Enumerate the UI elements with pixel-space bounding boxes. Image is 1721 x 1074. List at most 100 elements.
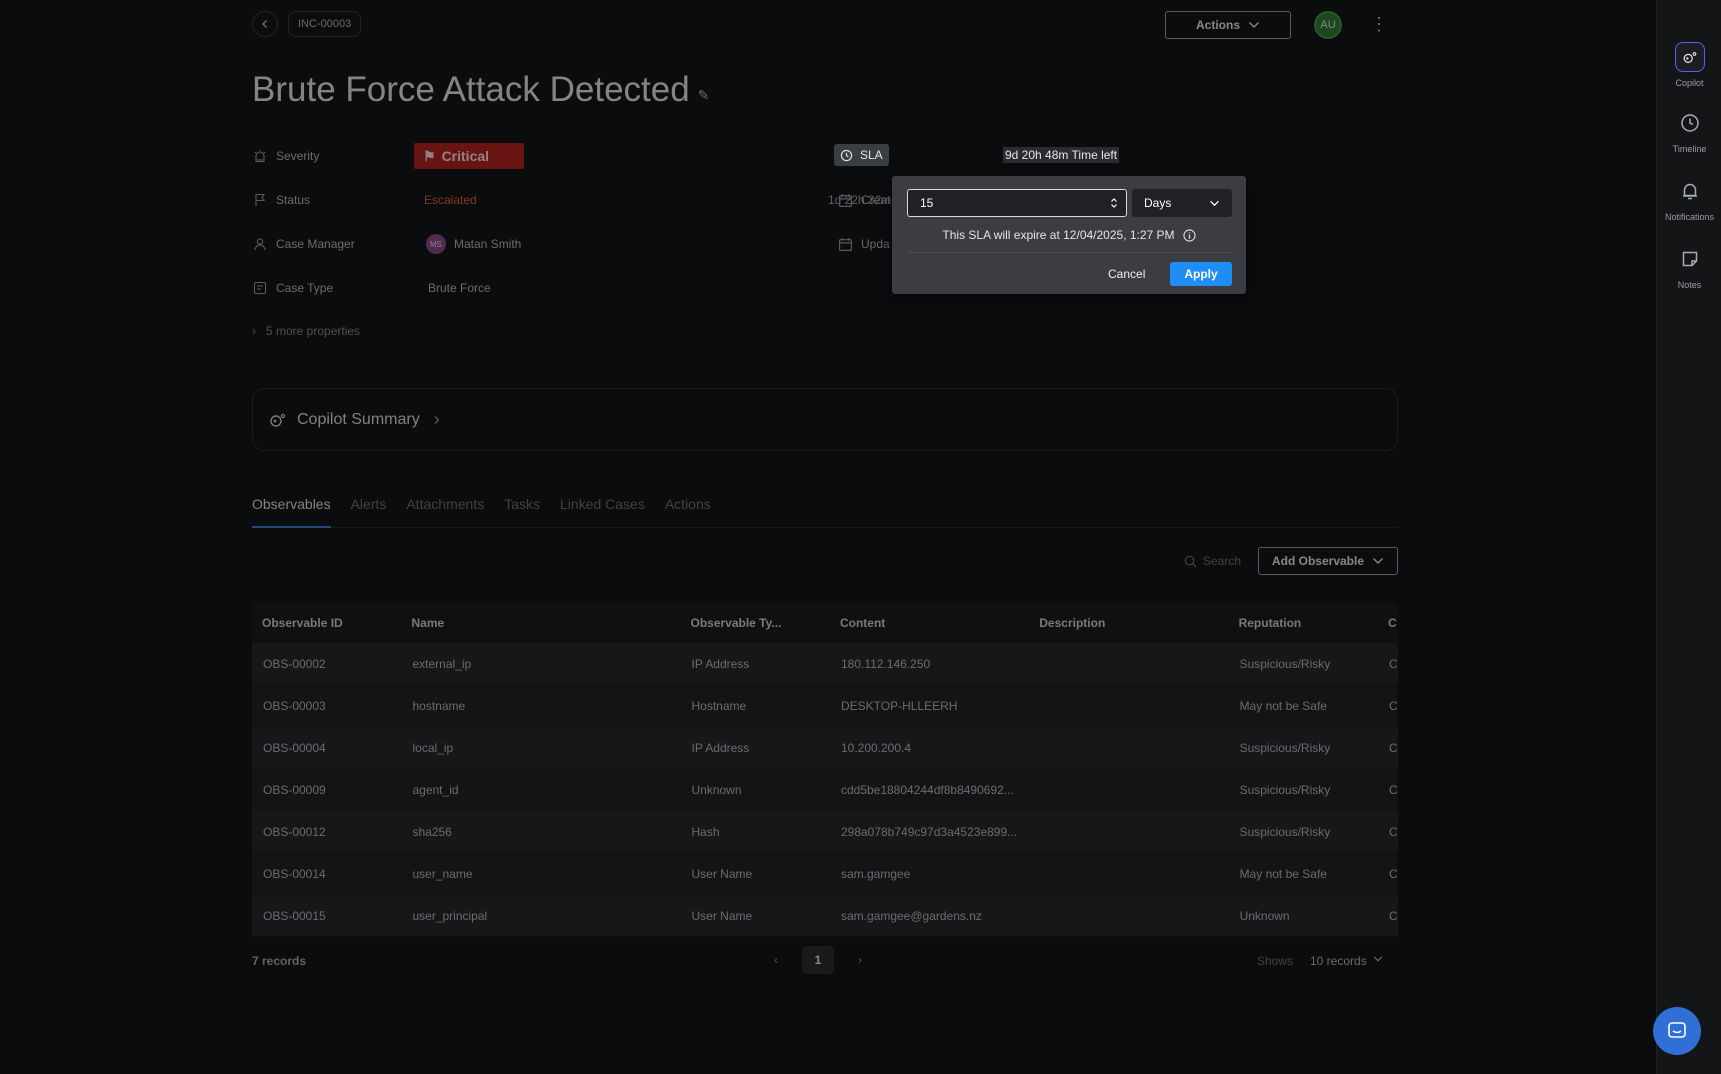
manager-name: Matan Smith (454, 237, 522, 251)
clock-icon (1675, 108, 1705, 138)
updated-label: Upda (861, 237, 890, 251)
more-options-icon[interactable]: ⋮ (1370, 13, 1388, 37)
tab-alerts[interactable]: Alerts (351, 490, 387, 527)
stepper-icon[interactable] (1110, 197, 1118, 209)
cancel-button[interactable]: Cancel (1100, 262, 1153, 286)
updated-row: Upda (838, 234, 890, 254)
cell-type: Unknown (691, 782, 742, 797)
apply-button[interactable]: Apply (1170, 262, 1232, 286)
cell-extra: C (1389, 824, 1398, 839)
more-properties-toggle[interactable]: › 5 more properties (252, 324, 360, 338)
status-value[interactable]: Escalated (424, 193, 477, 207)
info-icon[interactable] (1182, 228, 1196, 242)
case-page: INC-00003 Actions AU ⋮ Brute Force Attac… (0, 0, 1656, 1074)
column-header[interactable]: Observable Ty... (680, 616, 829, 630)
alarm-icon (252, 148, 268, 164)
add-observable-button[interactable]: Add Observable (1258, 547, 1398, 575)
edit-title-icon[interactable]: ✎ (698, 87, 710, 104)
sla-time-value: 9d 20h 48m (1005, 148, 1069, 162)
cell-reputation: Suspicious/Risky (1239, 782, 1331, 797)
user-avatar[interactable]: AU (1314, 11, 1342, 39)
column-header[interactable]: Name (401, 616, 680, 630)
note-icon (1675, 244, 1705, 274)
cell-type: User Name (691, 908, 753, 923)
table-row[interactable]: OBS-00015 user_principal User Name sam.g… (252, 895, 1398, 937)
cell-type: IP Address (691, 740, 750, 755)
cell-content: cdd5be18804244df8b8490692... (840, 782, 1014, 797)
rail-timeline[interactable]: Timeline (1657, 108, 1721, 154)
table-row[interactable]: OBS-00004 local_ip IP Address 10.200.200… (252, 727, 1398, 769)
table-row[interactable]: OBS-00003 hostname Hostname DESKTOP-HLLE… (252, 685, 1398, 727)
tab-linked-cases[interactable]: Linked Cases (560, 490, 645, 527)
column-header[interactable]: Reputation (1229, 616, 1378, 630)
sla-duration-value: 15 (920, 196, 934, 210)
table-body: OBS-00002 external_ip IP Address 180.112… (252, 643, 1398, 937)
sla-chip[interactable]: SLA (834, 144, 889, 166)
right-rail: Copilot Timeline Notifications Notes (1656, 0, 1721, 1074)
page-title-text: Brute Force Attack Detected (252, 70, 690, 109)
cell-name: hostname (412, 698, 466, 713)
cell-type: Hostname (691, 698, 747, 713)
column-header[interactable]: Observable ID (252, 616, 401, 630)
cell-id: OBS-00004 (263, 740, 326, 755)
column-header[interactable]: Content (830, 616, 1029, 630)
cell-extra: C (1389, 740, 1398, 755)
tab-actions[interactable]: Actions (665, 490, 711, 527)
chevron-right-icon: › (433, 409, 440, 429)
actions-button[interactable]: Actions (1165, 11, 1291, 39)
document-icon (252, 280, 268, 296)
tab-observables[interactable]: Observables (252, 490, 331, 528)
chevron-down-icon (1249, 22, 1259, 28)
search-input[interactable]: Search (1184, 554, 1241, 568)
flag-outline-icon (252, 192, 268, 208)
back-button[interactable] (252, 11, 278, 37)
copilot-icon (1674, 42, 1705, 72)
rail-notifications[interactable]: Notifications (1657, 176, 1721, 222)
severity-row: Severity ⚑ Critical (252, 143, 524, 169)
severity-value: Critical (441, 148, 490, 164)
next-page-icon[interactable]: › (858, 953, 862, 967)
cell-extra: C (1389, 782, 1398, 797)
cell-type: User Name (691, 866, 753, 881)
column-header[interactable]: C (1378, 616, 1398, 630)
cell-id: OBS-00012 (263, 824, 326, 839)
cell-extra: C (1389, 908, 1398, 923)
sla-time-left: 9d 20h 48m Time left (1003, 147, 1120, 163)
tab-attachments[interactable]: Attachments (406, 490, 484, 527)
table-row[interactable]: OBS-00002 external_ip IP Address 180.112… (252, 643, 1398, 685)
case-type-value[interactable]: Brute Force (428, 281, 491, 295)
column-header[interactable]: Description (1029, 616, 1228, 630)
incident-id-chip[interactable]: INC-00003 (288, 11, 362, 37)
cell-id: OBS-00014 (263, 866, 326, 881)
chat-button[interactable] (1653, 1007, 1701, 1055)
case-manager-value[interactable]: MS Matan Smith (426, 234, 521, 254)
rail-notes[interactable]: Notes (1657, 244, 1721, 290)
cell-name: agent_id (412, 782, 459, 797)
sla-unit-select[interactable]: Days (1132, 189, 1232, 217)
sla-duration-input[interactable]: 15 (907, 189, 1127, 217)
copilot-summary-card[interactable]: Copilot Summary › (252, 388, 1398, 451)
table-row[interactable]: OBS-00012 sha256 Hash 298a078b749c97d3a4… (252, 811, 1398, 853)
cell-id: OBS-00009 (263, 782, 326, 797)
table-row[interactable]: OBS-00014 user_name User Name sam.gamgee… (252, 853, 1398, 895)
prev-page-icon[interactable]: ‹ (774, 953, 778, 967)
add-observable-label: Add Observable (1271, 554, 1365, 568)
table-row[interactable]: OBS-00009 agent_id Unknown cdd5be1880424… (252, 769, 1398, 811)
cell-content: DESKTOP-HLLEERH (840, 698, 958, 713)
rail-copilot[interactable]: Copilot (1657, 42, 1721, 88)
page-number[interactable]: 1 (802, 946, 834, 974)
tab-tasks[interactable]: Tasks (504, 490, 540, 527)
rail-notifications-label: Notifications (1664, 212, 1715, 222)
page-title: Brute Force Attack Detected ✎ (252, 70, 709, 110)
chevron-down-icon (1373, 558, 1384, 564)
bell-icon (1675, 176, 1705, 206)
cell-reputation: Suspicious/Risky (1239, 824, 1331, 839)
per-page-select[interactable]: 10 records (1310, 954, 1383, 968)
cell-name: external_ip (412, 656, 472, 671)
severity-badge[interactable]: ⚑ Critical (414, 143, 524, 169)
severity-label: Severity (276, 149, 320, 163)
calendar-icon (839, 237, 852, 251)
flag-icon: ⚑ (423, 147, 436, 164)
tab-bar: Observables Alerts Attachments Tasks Lin… (252, 490, 1398, 528)
cell-id: OBS-00002 (263, 656, 326, 671)
